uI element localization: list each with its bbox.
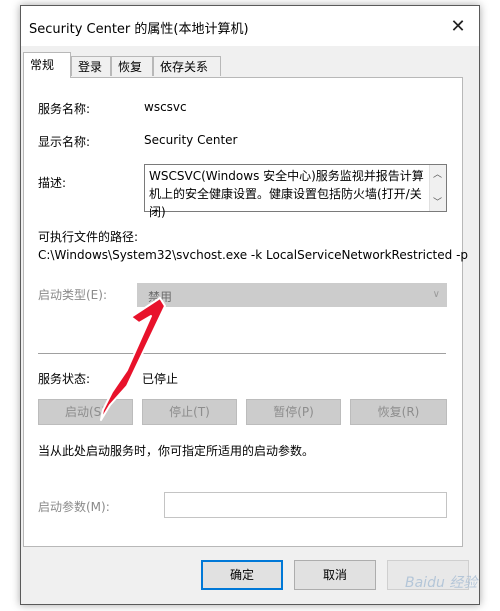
service-name-label: 服务名称:: [38, 102, 91, 116]
display-name-value: Security Center: [144, 133, 238, 147]
tab-logon[interactable]: 登录: [71, 56, 111, 76]
startup-type-label: 启动类型(E):: [38, 288, 107, 302]
display-name-label: 显示名称:: [38, 135, 91, 149]
properties-dialog: Security Center 的属性(本地计算机) ✕ 常规 登录 恢复 依存…: [20, 5, 480, 605]
startup-params-input[interactable]: [164, 492, 447, 518]
startup-params-hint: 当从此处启动服务时，你可指定所适用的启动参数。: [38, 444, 315, 458]
chevron-down-icon: ∨: [432, 289, 440, 300]
service-name-value: wscsvc: [144, 100, 187, 114]
tab-recovery[interactable]: 恢复: [111, 56, 153, 76]
general-panel: 服务名称: wscsvc 显示名称: Security Center 描述: W…: [23, 77, 468, 547]
service-status-label: 服务状态:: [38, 372, 91, 386]
resume-button[interactable]: 恢复(R): [350, 399, 447, 425]
description-text: WSCSVC(Windows 安全中心)服务监视并报告计算机上的安全健康设置。健…: [149, 169, 424, 219]
baidu-watermark: Baidu 经验: [405, 575, 478, 591]
startup-type-value: 禁用: [148, 290, 173, 304]
close-icon[interactable]: ✕: [443, 12, 473, 40]
startup-type-select[interactable]: 禁用 ∨: [137, 283, 447, 307]
window-title: Security Center 的属性(本地计算机): [29, 22, 249, 37]
ok-button[interactable]: 确定: [201, 560, 283, 590]
description-label: 描述:: [38, 176, 67, 190]
tab-dependencies[interactable]: 依存关系: [153, 56, 221, 76]
title-bar: Security Center 的属性(本地计算机) ✕: [21, 6, 479, 46]
description-scrollbar[interactable]: ︿ ﹀: [429, 165, 446, 211]
cancel-button[interactable]: 取消: [294, 560, 376, 590]
executable-path: C:\Windows\System32\svchost.exe -k Local…: [38, 248, 469, 262]
startup-params-label: 启动参数(M):: [38, 500, 110, 514]
service-status-value: 已停止: [142, 372, 179, 386]
tab-general[interactable]: 常规: [23, 52, 71, 78]
description-box[interactable]: WSCSVC(Windows 安全中心)服务监视并报告计算机上的安全健康设置。健…: [144, 164, 447, 219]
start-button[interactable]: 启动(S): [38, 399, 133, 425]
stop-button[interactable]: 停止(T): [142, 399, 237, 425]
pause-button[interactable]: 暂停(P): [246, 399, 341, 425]
chevron-up-icon[interactable]: ︿: [433, 167, 442, 180]
path-label: 可执行文件的路径:: [38, 230, 139, 244]
divider: [38, 353, 446, 354]
chevron-down-icon[interactable]: ﹀: [433, 195, 442, 208]
